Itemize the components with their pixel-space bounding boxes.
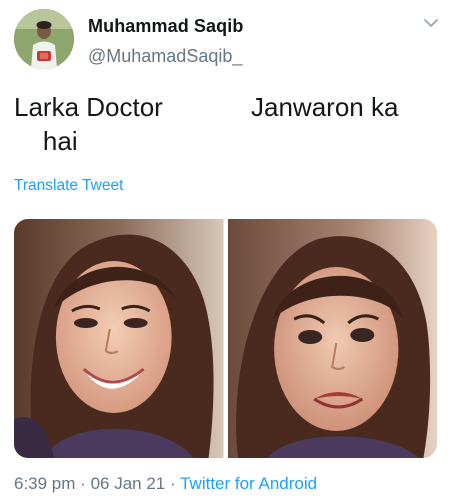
translate-tweet-link[interactable]: Translate Tweet — [14, 177, 123, 195]
tweet-metadata: 6:39 pm · 06 Jan 21 · Twitter for Androi… — [14, 474, 317, 494]
avatar[interactable] — [14, 9, 74, 69]
crying-woman-image-icon — [227, 219, 437, 458]
crying-woman-photo[interactable] — [227, 219, 437, 458]
chevron-down-icon[interactable] — [422, 16, 440, 30]
display-name[interactable]: Muhammad Saqib — [88, 16, 243, 37]
tweet-date[interactable]: 06 Jan 21 — [91, 474, 166, 493]
tweet-time[interactable]: 6:39 pm — [14, 474, 75, 493]
tweet-source-link[interactable]: Twitter for Android — [180, 474, 317, 493]
smiling-woman-image-icon — [14, 219, 224, 458]
meta-separator: · — [80, 474, 86, 493]
tweet-media[interactable] — [14, 219, 437, 458]
profile-avatar-icon — [14, 9, 74, 69]
user-handle[interactable]: @MuhamadSaqib_ — [88, 46, 242, 67]
tweet-text-left: Larka Doctor hai — [14, 92, 163, 156]
meta-separator: · — [170, 474, 176, 493]
tweet: Muhammad Saqib @MuhamadSaqib_ Larka Doct… — [0, 0, 450, 499]
tweet-text-right: Janwaron ka — [251, 92, 399, 122]
smiling-woman-photo[interactable] — [14, 219, 224, 458]
